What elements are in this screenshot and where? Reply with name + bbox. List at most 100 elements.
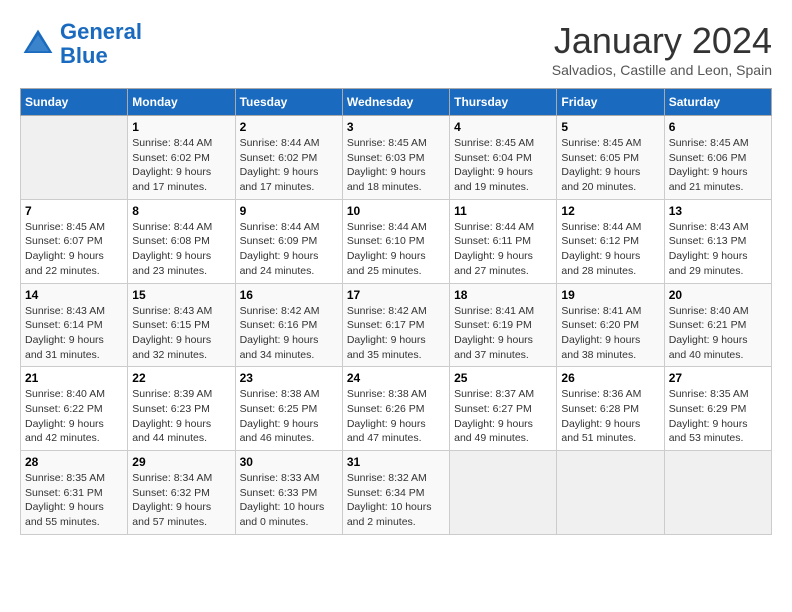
calendar-cell: 21Sunrise: 8:40 AMSunset: 6:22 PMDayligh… [21, 367, 128, 451]
calendar-cell: 3Sunrise: 8:45 AMSunset: 6:03 PMDaylight… [342, 116, 449, 200]
day-detail: Sunrise: 8:38 AMSunset: 6:25 PMDaylight:… [240, 387, 338, 446]
calendar-week-row: 28 Sunrise: 8:35 AMSunset: 6:31 PMDayligh… [21, 451, 772, 535]
logo: General Blue [20, 20, 142, 68]
calendar-cell: 27 Sunrise: 8:35 AMSunset: 6:29 PMDayligh… [664, 367, 771, 451]
day-number: 19 [561, 288, 659, 302]
logo-text: General Blue [60, 20, 142, 68]
day-detail: Sunrise: 8:45 AMSunset: 6:05 PMDaylight:… [561, 136, 659, 195]
day-number: 20 [669, 288, 767, 302]
day-detail: Sunrise: 8:45 AMSunset: 6:07 PMDaylight:… [25, 220, 123, 279]
day-number: 26 [561, 371, 659, 385]
day-detail: Sunrise: 8:44 AMSunset: 6:02 PMDaylight:… [132, 136, 230, 195]
calendar-cell: 26 Sunrise: 8:36 AMSunset: 6:28 PMDayligh… [557, 367, 664, 451]
calendar-week-row: 14 Sunrise: 8:43 AMSunset: 6:14 PMDayligh… [21, 283, 772, 367]
day-detail: Sunrise: 8:44 AMSunset: 6:12 PMDaylight:… [561, 220, 659, 279]
calendar-cell: 19 Sunrise: 8:41 AMSunset: 6:20 PMDayligh… [557, 283, 664, 367]
calendar-cell: 8 Sunrise: 8:44 AMSunset: 6:08 PMDaylight… [128, 199, 235, 283]
day-number: 14 [25, 288, 123, 302]
calendar-cell: 25 Sunrise: 8:37 AMSunset: 6:27 PMDayligh… [450, 367, 557, 451]
calendar-cell [450, 451, 557, 535]
day-number: 23 [240, 371, 338, 385]
calendar-cell: 17 Sunrise: 8:42 AMSunset: 6:17 PMDayligh… [342, 283, 449, 367]
weekday-header: Wednesday [342, 89, 449, 116]
calendar-cell: 10Sunrise: 8:44 AMSunset: 6:10 PMDayligh… [342, 199, 449, 283]
calendar-cell: 29 Sunrise: 8:34 AMSunset: 6:32 PMDayligh… [128, 451, 235, 535]
weekday-header: Friday [557, 89, 664, 116]
day-number: 18 [454, 288, 552, 302]
day-number: 3 [347, 120, 445, 134]
day-number: 25 [454, 371, 552, 385]
day-detail: Sunrise: 8:42 AMSunset: 6:16 PMDaylight:… [240, 304, 338, 363]
day-detail: Sunrise: 8:32 AMSunset: 6:34 PMDaylight:… [347, 471, 445, 530]
calendar-cell: 31Sunrise: 8:32 AMSunset: 6:34 PMDayligh… [342, 451, 449, 535]
day-number: 9 [240, 204, 338, 218]
day-number: 6 [669, 120, 767, 134]
calendar-cell: 16 Sunrise: 8:42 AMSunset: 6:16 PMDayligh… [235, 283, 342, 367]
logo-icon [20, 26, 56, 62]
calendar-cell: 22 Sunrise: 8:39 AMSunset: 6:23 PMDayligh… [128, 367, 235, 451]
day-detail: Sunrise: 8:42 AMSunset: 6:17 PMDaylight:… [347, 304, 445, 363]
title-block: January 2024 Salvadios, Castille and Leo… [552, 20, 772, 78]
day-number: 27 [669, 371, 767, 385]
day-number: 8 [132, 204, 230, 218]
calendar-week-row: 1 Sunrise: 8:44 AMSunset: 6:02 PMDaylight… [21, 116, 772, 200]
calendar-cell: 18 Sunrise: 8:41 AMSunset: 6:19 PMDayligh… [450, 283, 557, 367]
calendar-cell: 13 Sunrise: 8:43 AMSunset: 6:13 PMDayligh… [664, 199, 771, 283]
day-detail: Sunrise: 8:36 AMSunset: 6:28 PMDaylight:… [561, 387, 659, 446]
calendar-cell: 15Sunrise: 8:43 AMSunset: 6:15 PMDayligh… [128, 283, 235, 367]
calendar-week-row: 7Sunrise: 8:45 AMSunset: 6:07 PMDaylight… [21, 199, 772, 283]
calendar-cell: 6 Sunrise: 8:45 AMSunset: 6:06 PMDaylight… [664, 116, 771, 200]
day-detail: Sunrise: 8:38 AMSunset: 6:26 PMDaylight:… [347, 387, 445, 446]
logo-line2: Blue [60, 43, 108, 68]
calendar-cell: 23 Sunrise: 8:38 AMSunset: 6:25 PMDayligh… [235, 367, 342, 451]
weekday-header: Monday [128, 89, 235, 116]
day-number: 24 [347, 371, 445, 385]
day-detail: Sunrise: 8:41 AMSunset: 6:20 PMDaylight:… [561, 304, 659, 363]
day-number: 1 [132, 120, 230, 134]
calendar-table: SundayMondayTuesdayWednesdayThursdayFrid… [20, 88, 772, 535]
weekday-header: Thursday [450, 89, 557, 116]
day-number: 28 [25, 455, 123, 469]
day-number: 21 [25, 371, 123, 385]
day-detail: Sunrise: 8:40 AMSunset: 6:21 PMDaylight:… [669, 304, 767, 363]
calendar-cell: 1 Sunrise: 8:44 AMSunset: 6:02 PMDaylight… [128, 116, 235, 200]
day-detail: Sunrise: 8:39 AMSunset: 6:23 PMDaylight:… [132, 387, 230, 446]
weekday-header: Tuesday [235, 89, 342, 116]
calendar-cell [21, 116, 128, 200]
day-detail: Sunrise: 8:37 AMSunset: 6:27 PMDaylight:… [454, 387, 552, 446]
day-detail: Sunrise: 8:34 AMSunset: 6:32 PMDaylight:… [132, 471, 230, 530]
day-detail: Sunrise: 8:45 AMSunset: 6:04 PMDaylight:… [454, 136, 552, 195]
day-detail: Sunrise: 8:44 AMSunset: 6:02 PMDaylight:… [240, 136, 338, 195]
day-detail: Sunrise: 8:43 AMSunset: 6:13 PMDaylight:… [669, 220, 767, 279]
weekday-header: Saturday [664, 89, 771, 116]
calendar-week-row: 21Sunrise: 8:40 AMSunset: 6:22 PMDayligh… [21, 367, 772, 451]
day-detail: Sunrise: 8:35 AMSunset: 6:29 PMDaylight:… [669, 387, 767, 446]
calendar-cell: 2Sunrise: 8:44 AMSunset: 6:02 PMDaylight… [235, 116, 342, 200]
day-number: 16 [240, 288, 338, 302]
month-title: January 2024 [552, 20, 772, 62]
day-number: 13 [669, 204, 767, 218]
day-detail: Sunrise: 8:43 AMSunset: 6:14 PMDaylight:… [25, 304, 123, 363]
calendar-cell [557, 451, 664, 535]
calendar-cell: 11Sunrise: 8:44 AMSunset: 6:11 PMDayligh… [450, 199, 557, 283]
calendar-cell: 5 Sunrise: 8:45 AMSunset: 6:05 PMDaylight… [557, 116, 664, 200]
day-number: 30 [240, 455, 338, 469]
day-detail: Sunrise: 8:33 AMSunset: 6:33 PMDaylight:… [240, 471, 338, 530]
day-number: 12 [561, 204, 659, 218]
page-header: General Blue January 2024 Salvadios, Cas… [20, 20, 772, 78]
day-detail: Sunrise: 8:41 AMSunset: 6:19 PMDaylight:… [454, 304, 552, 363]
day-number: 5 [561, 120, 659, 134]
day-detail: Sunrise: 8:35 AMSunset: 6:31 PMDaylight:… [25, 471, 123, 530]
day-detail: Sunrise: 8:44 AMSunset: 6:08 PMDaylight:… [132, 220, 230, 279]
day-number: 17 [347, 288, 445, 302]
calendar-cell: 7Sunrise: 8:45 AMSunset: 6:07 PMDaylight… [21, 199, 128, 283]
calendar-cell: 24 Sunrise: 8:38 AMSunset: 6:26 PMDayligh… [342, 367, 449, 451]
day-number: 29 [132, 455, 230, 469]
location-subtitle: Salvadios, Castille and Leon, Spain [552, 62, 772, 78]
calendar-cell: 14 Sunrise: 8:43 AMSunset: 6:14 PMDayligh… [21, 283, 128, 367]
day-number: 22 [132, 371, 230, 385]
logo-line1: General [60, 19, 142, 44]
calendar-cell: 20 Sunrise: 8:40 AMSunset: 6:21 PMDayligh… [664, 283, 771, 367]
day-detail: Sunrise: 8:45 AMSunset: 6:06 PMDaylight:… [669, 136, 767, 195]
day-number: 4 [454, 120, 552, 134]
